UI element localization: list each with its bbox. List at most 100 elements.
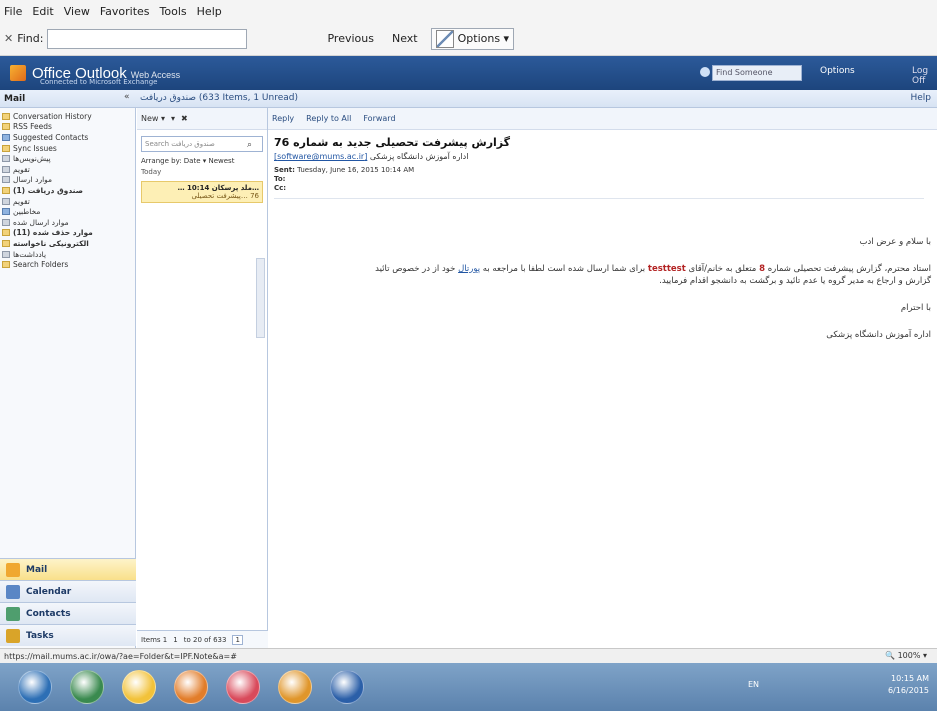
- menu-view[interactable]: View: [64, 5, 90, 18]
- menu-tools[interactable]: Tools: [160, 5, 187, 18]
- folder-icon: [2, 144, 10, 152]
- address-book-icon[interactable]: [700, 67, 710, 77]
- nav-button-calendar[interactable]: Calendar: [0, 580, 136, 602]
- folder-item[interactable]: صندوق دریافت (1): [2, 185, 135, 196]
- clock-time[interactable]: 10:15 AM: [888, 673, 929, 685]
- folder-strip: Mail « صندوق دریافت (633 Items, 1 Unread…: [0, 90, 937, 108]
- message-meta: Sent: Tuesday, June 16, 2015 10:14 AM To…: [274, 166, 415, 192]
- logoff-link[interactable]: Log Off: [912, 66, 937, 86]
- folder-label: موارد ارسال شده: [13, 217, 69, 227]
- folder-item[interactable]: Conversation History: [2, 111, 135, 122]
- message-list: New ▾ ▾ ✖ Search صندوق دریافت ⌕ Arrange …: [137, 108, 268, 648]
- find-bar: ✕ Find: Previous Next Options ▾: [0, 22, 937, 56]
- windows-taskbar: EN 10:15 AM 6/16/2015: [0, 663, 937, 711]
- navigation-pane: Conversation History RSS Feeds Suggested C…: [0, 108, 136, 648]
- list-item-sender: …ملد پرسکان 10:14 …: [177, 184, 259, 192]
- search-icon[interactable]: ⌕: [247, 138, 252, 152]
- mail-heading: Mail: [4, 93, 26, 104]
- status-url: https://mail.mums.ac.ir/owa/?ae=Folder&t…: [4, 651, 237, 661]
- owa-subtitle: Connected to Microsoft Exchange: [40, 78, 158, 86]
- language-indicator[interactable]: EN: [748, 679, 759, 691]
- list-item[interactable]: …ملد پرسکان 10:14 … 76 …پیشرفت تحصیلی: [141, 181, 263, 203]
- options-link[interactable]: Options: [820, 66, 855, 76]
- page-input[interactable]: 1: [173, 636, 177, 644]
- folder-item[interactable]: Sync Issues: [2, 143, 135, 154]
- list-scrollbar[interactable]: [256, 258, 265, 338]
- folder-item[interactable]: تقویم: [2, 164, 135, 175]
- taskbar-app-icon[interactable]: [330, 670, 364, 704]
- sender-address[interactable]: [software@mums.ac.ir]: [274, 152, 367, 161]
- list-footer: Items 1 1 to 20 of 633 1: [137, 630, 268, 648]
- folder-label: تقویم: [13, 196, 30, 206]
- taskbar-app-icon[interactable]: [18, 670, 52, 704]
- nav-button-tasks[interactable]: Tasks: [0, 624, 136, 646]
- close-find-icon[interactable]: ✕: [4, 32, 13, 45]
- folder-label: RSS Feeds: [13, 122, 52, 132]
- folder-item[interactable]: موارد حذف شده (11): [2, 228, 135, 239]
- new-button[interactable]: New ▾: [141, 114, 165, 123]
- folder-icon: [2, 239, 10, 247]
- body-signature: اداره آموزش دانشگاه پزشکی: [826, 330, 931, 340]
- owa-header: Office Outlook Web Access Connected to Mi…: [0, 56, 937, 90]
- portal-link[interactable]: پورتال: [458, 264, 480, 274]
- tasks-icon: [6, 628, 20, 643]
- taskbar-app-icon[interactable]: [174, 670, 208, 704]
- browser-menubar: File Edit View Favorites Tools Help: [0, 0, 937, 22]
- menu-favorites[interactable]: Favorites: [100, 5, 150, 18]
- folder-label: Suggested Contacts: [13, 132, 89, 142]
- folder-item[interactable]: یادداشت‌ها: [2, 249, 135, 260]
- folder-label: پیش‌نویس‌ها: [13, 154, 51, 164]
- folder-item[interactable]: موارد ارسال: [2, 175, 135, 186]
- collapse-nav-icon[interactable]: «: [124, 92, 130, 102]
- reading-pane: Reply Reply to All Forward گزارش پیشرفت …: [268, 108, 937, 648]
- folder-item[interactable]: تقویم: [2, 196, 135, 207]
- folder-item[interactable]: پیش‌نویس‌ها: [2, 153, 135, 164]
- zoom-control[interactable]: 🔍 100% ▾: [885, 651, 927, 660]
- find-next-button[interactable]: Next: [387, 29, 423, 48]
- folder-tree: Conversation History RSS Feeds Suggested C…: [0, 108, 135, 270]
- find-someone-input[interactable]: Find Someone: [712, 65, 802, 81]
- folder-icon: [2, 165, 10, 173]
- folder-icon: [2, 250, 10, 258]
- folder-item[interactable]: RSS Feeds: [2, 122, 135, 133]
- body-paragraph: استاد محترم، گزارش پیشرفت تحصیلی شماره 8…: [375, 264, 931, 286]
- move-button[interactable]: ▾: [171, 114, 175, 123]
- folder-label: تقویم: [13, 164, 30, 174]
- find-previous-button[interactable]: Previous: [322, 29, 379, 48]
- help-link[interactable]: Help: [910, 93, 931, 103]
- forward-button[interactable]: Forward: [363, 114, 395, 123]
- list-search-input[interactable]: Search صندوق دریافت ⌕: [141, 136, 263, 152]
- contacts-folder-icon: [2, 133, 10, 141]
- folder-item[interactable]: Search Folders: [2, 259, 135, 270]
- folder-label: موارد ارسال: [13, 175, 53, 185]
- list-item-subject: 76 …پیشرفت تحصیلی: [191, 192, 259, 200]
- menu-edit[interactable]: Edit: [32, 5, 53, 18]
- menu-file[interactable]: File: [4, 5, 22, 18]
- arrange-by[interactable]: Arrange by: Date ▾ Newest: [137, 152, 267, 165]
- taskbar-app-icon[interactable]: [278, 670, 312, 704]
- find-label: Find:: [17, 32, 44, 45]
- items-range: to 20 of 633: [183, 635, 227, 644]
- status-bar: https://mail.mums.ac.ir/owa/?ae=Folder&t…: [0, 648, 937, 663]
- taskbar-app-icon[interactable]: [70, 670, 104, 704]
- folder-item[interactable]: الکترونیکی ناخواسته: [2, 238, 135, 249]
- menu-help[interactable]: Help: [197, 5, 222, 18]
- folder-icon: [2, 197, 10, 205]
- page-count[interactable]: 1: [232, 634, 243, 645]
- calendar-icon: [6, 584, 20, 599]
- delete-icon[interactable]: ✖: [181, 114, 188, 123]
- find-input[interactable]: [47, 28, 248, 49]
- reply-all-button[interactable]: Reply to All: [306, 114, 351, 123]
- folder-icon: [2, 229, 10, 237]
- folder-item[interactable]: موارد ارسال شده: [2, 217, 135, 228]
- folder-item[interactable]: مخاطبین: [2, 206, 135, 217]
- folder-item[interactable]: Suggested Contacts: [2, 132, 135, 143]
- find-options-button[interactable]: Options ▾: [430, 27, 515, 50]
- nav-button-contacts[interactable]: Contacts: [0, 602, 136, 624]
- taskbar-app-icon[interactable]: [226, 670, 260, 704]
- folder-icon: [2, 155, 10, 163]
- nav-button-mail[interactable]: Mail: [0, 558, 136, 580]
- pencil-icon: [435, 29, 454, 48]
- reply-button[interactable]: Reply: [272, 114, 294, 123]
- taskbar-app-icon[interactable]: [122, 670, 156, 704]
